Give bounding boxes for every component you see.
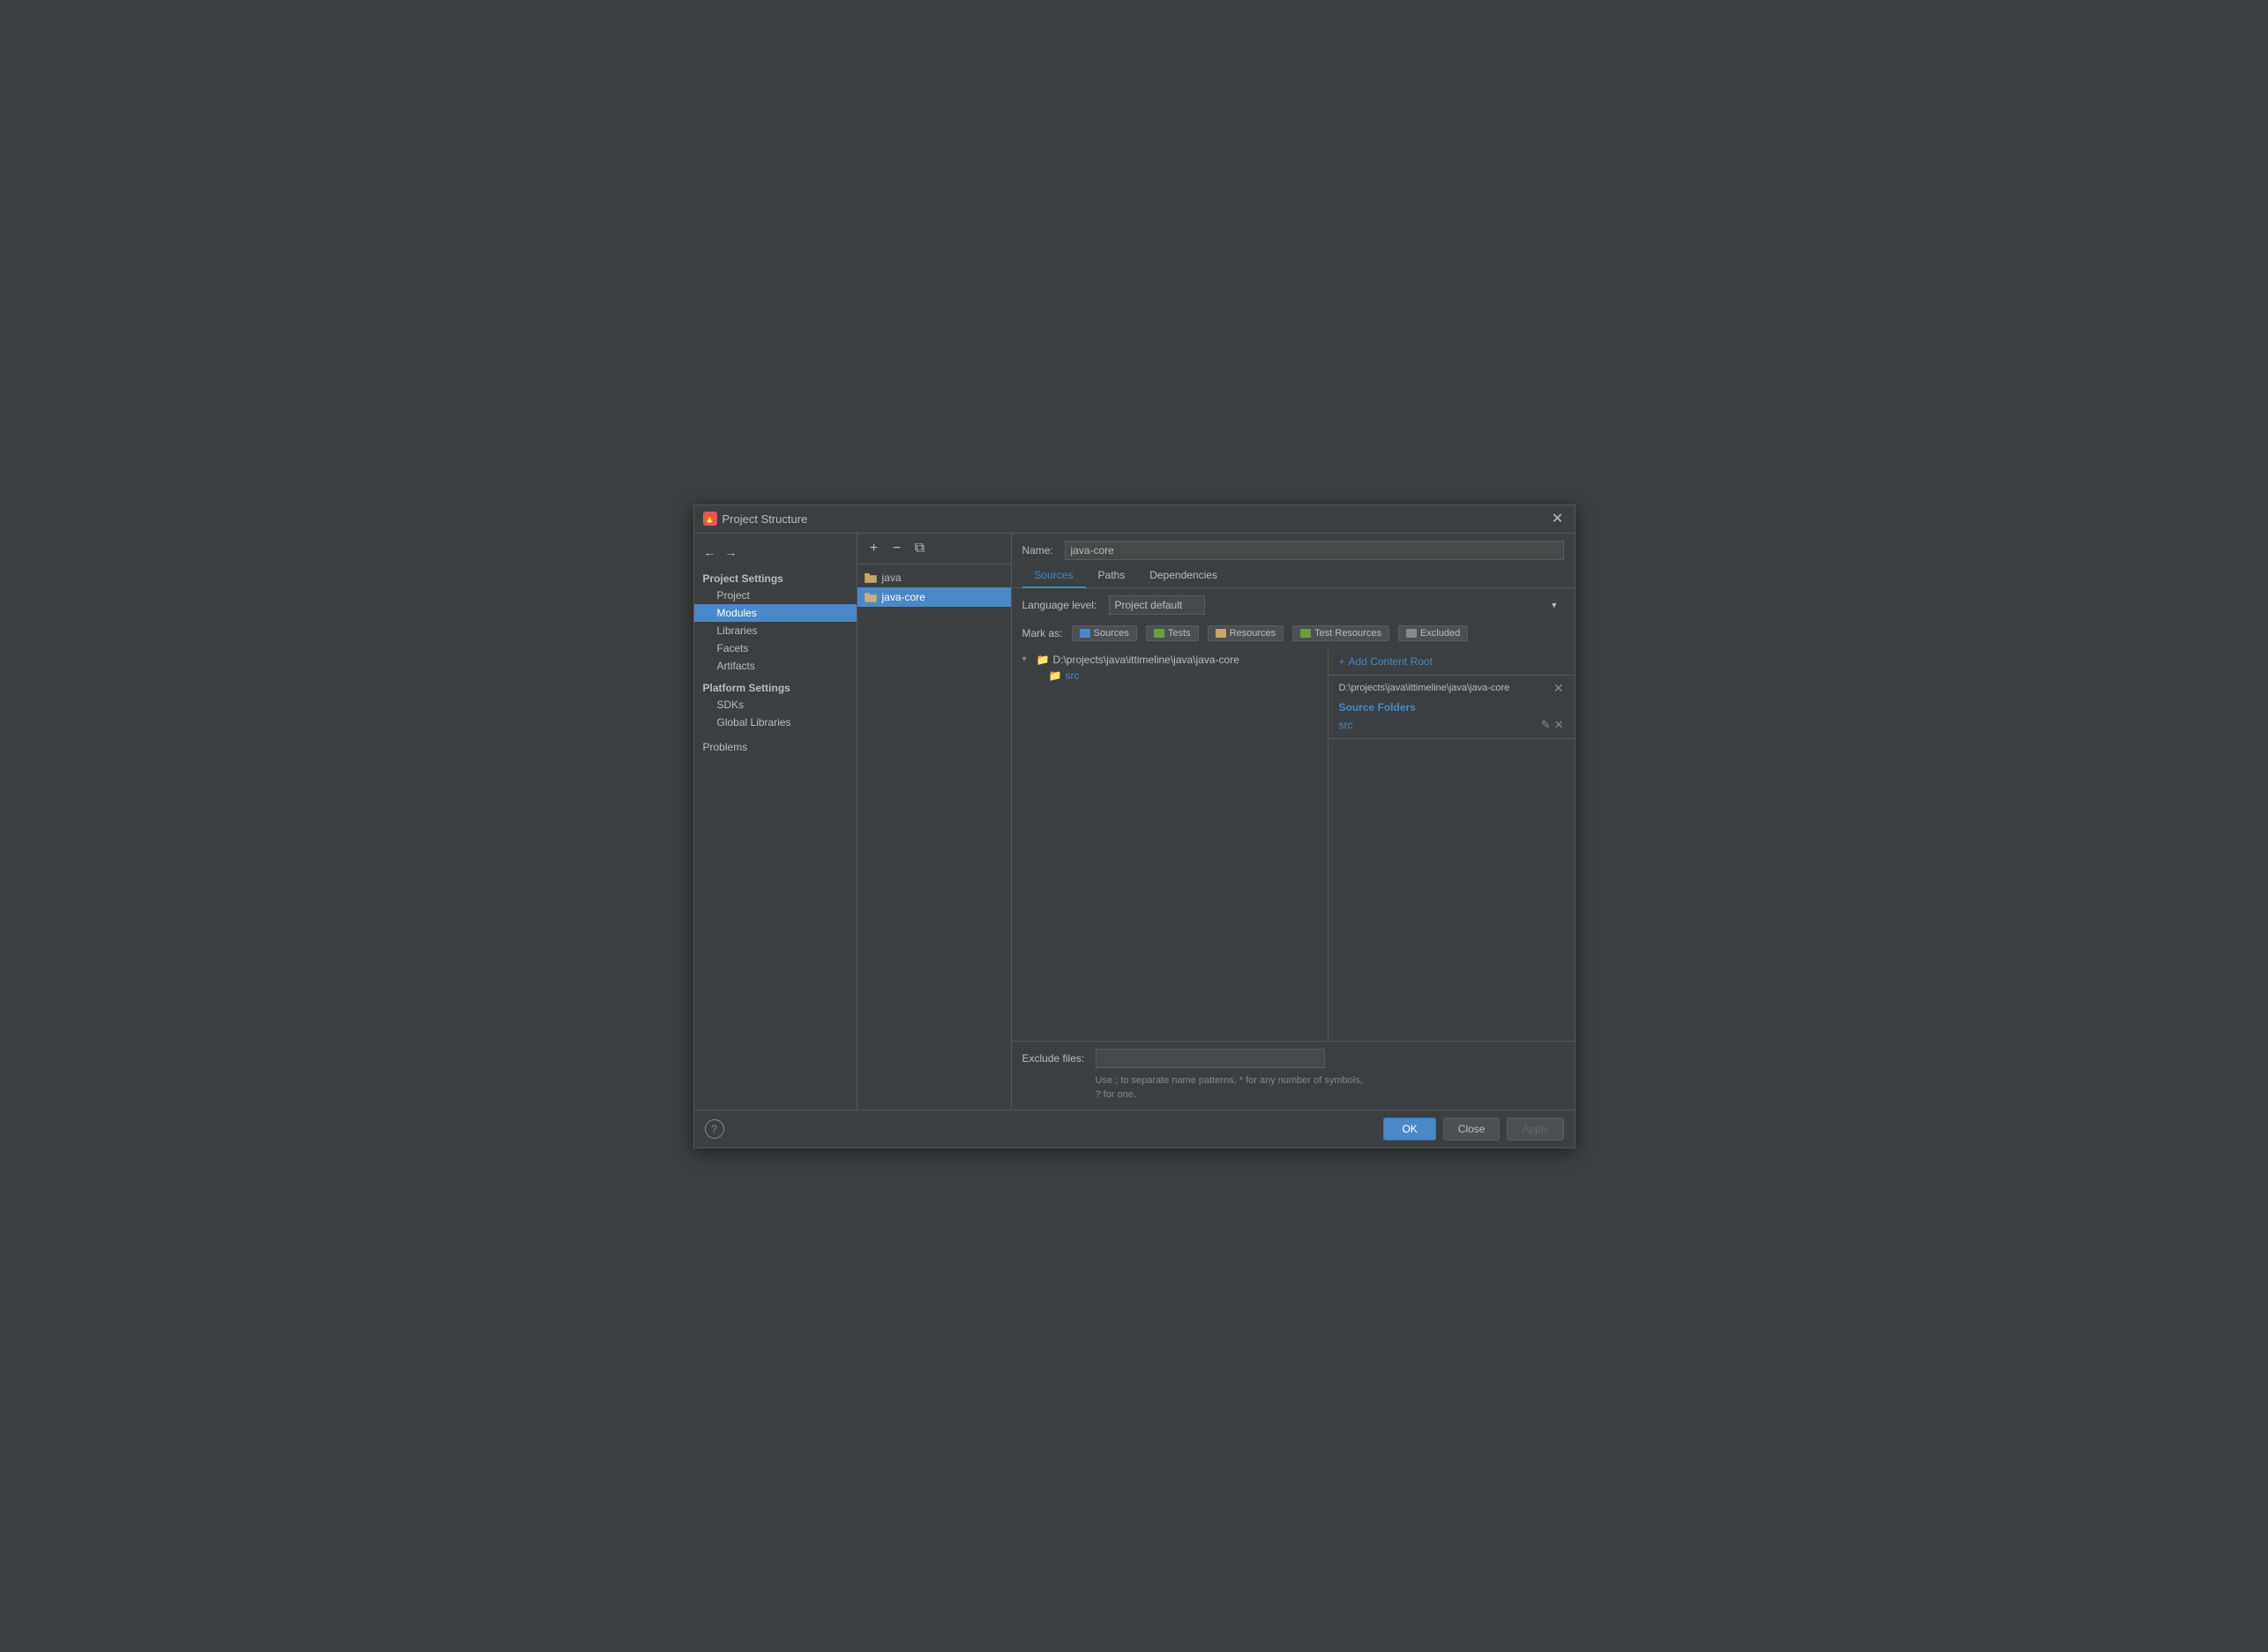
language-level-select[interactable]: Project default (1109, 595, 1205, 615)
content-root-header: D:\projects\java\ittimeline\java\java-co… (1339, 681, 1564, 696)
source-folder-name: src (1339, 719, 1353, 731)
mark-resources-button[interactable]: Resources (1208, 625, 1284, 641)
resources-mark-icon (1216, 629, 1226, 638)
sources-panel: Language level: Project default Mark as:… (1012, 588, 1575, 1110)
apply-button[interactable]: Apply (1507, 1118, 1563, 1140)
exclude-hint: Use ; to separate name patterns, * for a… (1022, 1073, 1564, 1103)
language-level-row: Language level: Project default (1012, 588, 1575, 622)
name-label: Name: (1022, 544, 1058, 557)
sidebar-item-modules[interactable]: Modules (694, 604, 857, 622)
source-folder-actions: ✎ ✕ (1541, 718, 1564, 732)
dialog-close-button[interactable]: ✕ (1550, 511, 1566, 527)
content-root-close-button[interactable]: ✕ (1553, 681, 1564, 696)
language-level-label: Language level: (1022, 599, 1102, 611)
sidebar-item-facets[interactable]: Facets (694, 639, 857, 657)
root-folder-icon: 📁 (1037, 654, 1050, 666)
sources-bottom: Exclude files: Use ; to separate name pa… (1012, 1041, 1575, 1110)
name-row: Name: (1012, 534, 1575, 564)
sidebar-nav: ← → (694, 541, 857, 564)
exclude-row: Exclude files: (1022, 1049, 1564, 1068)
mark-excluded-button[interactable]: Excluded (1398, 625, 1468, 641)
nav-back-button[interactable]: ← (701, 544, 719, 560)
module-list: java java-core (857, 564, 1011, 1110)
edit-source-folder-button[interactable]: ✎ (1541, 718, 1551, 732)
sidebar-item-libraries[interactable]: Libraries (694, 622, 857, 639)
excluded-mark-icon (1406, 629, 1417, 638)
tree-root-item[interactable]: ▾ 📁 D:\projects\java\ittimeline\java\jav… (1012, 652, 1328, 668)
tree-and-detail: ▾ 📁 D:\projects\java\ittimeline\java\jav… (1012, 648, 1575, 1041)
nav-forward-button[interactable]: → (722, 544, 740, 560)
source-folder-row: src ✎ ✕ (1339, 717, 1564, 733)
sidebar-item-global-libraries[interactable]: Global Libraries (694, 714, 857, 731)
main-content: ← → Project Settings Project Modules Lib… (694, 534, 1575, 1110)
tabs-bar: Sources Paths Dependencies (1012, 564, 1575, 588)
app-icon: 🔥 (703, 512, 717, 526)
project-structure-dialog: 🔥 Project Structure ✕ ← → Project Settin… (693, 505, 1576, 1148)
sidebar-item-sdks[interactable]: SDKs (694, 696, 857, 714)
mark-sources-button[interactable]: Sources (1072, 625, 1137, 641)
test-resources-mark-icon (1300, 629, 1311, 638)
language-level-select-wrap: Project default (1109, 595, 1564, 615)
tests-mark-icon (1154, 629, 1164, 638)
dialog-title: Project Structure (722, 512, 808, 526)
content-root-path: D:\projects\java\ittimeline\java\java-co… (1339, 683, 1550, 693)
mark-as-label: Mark as: (1022, 627, 1063, 639)
mark-test-resources-button[interactable]: Test Resources (1292, 625, 1389, 641)
module-icon-selected (865, 591, 877, 603)
add-icon: + (1339, 655, 1345, 668)
sources-mark-icon (1080, 629, 1090, 638)
add-content-root-button[interactable]: + Add Content Root (1329, 648, 1575, 676)
module-icon (865, 572, 877, 584)
remove-module-button[interactable]: − (887, 539, 907, 558)
file-tree: ▾ 📁 D:\projects\java\ittimeline\java\jav… (1012, 648, 1328, 1041)
module-item-java-core[interactable]: java-core (857, 587, 1011, 607)
add-module-button[interactable]: + (865, 539, 884, 558)
tab-sources[interactable]: Sources (1022, 564, 1086, 588)
sidebar-item-artifacts[interactable]: Artifacts (694, 657, 857, 675)
tree-src-item[interactable]: 📁 src (1012, 668, 1328, 684)
name-input[interactable] (1065, 541, 1564, 560)
bottom-actions: OK Close Apply (1383, 1118, 1563, 1140)
module-item-java[interactable]: java (857, 568, 1011, 587)
mark-tests-button[interactable]: Tests (1146, 625, 1199, 641)
module-panel: + − ⧉ java (857, 534, 1012, 1110)
project-settings-label: Project Settings (694, 569, 857, 587)
remove-source-folder-button[interactable]: ✕ (1554, 718, 1564, 732)
module-toolbar: + − ⧉ (857, 534, 1011, 564)
title-bar-left: 🔥 Project Structure (703, 512, 808, 526)
detail-panel: + Add Content Root D:\projects\java\itti… (1328, 648, 1575, 1041)
copy-module-button[interactable]: ⧉ (910, 539, 930, 558)
help-button[interactable]: ? (705, 1119, 724, 1139)
tab-paths[interactable]: Paths (1086, 564, 1138, 588)
mark-as-row: Mark as: Sources Tests Resources (1012, 622, 1575, 648)
tree-chevron-icon: ▾ (1022, 654, 1033, 664)
ok-button[interactable]: OK (1383, 1118, 1435, 1140)
src-folder-icon: 📁 (1049, 669, 1062, 682)
content-area: Name: Sources Paths Dependencies Languag… (1012, 534, 1575, 1110)
source-folders-label: Source Folders (1339, 701, 1564, 714)
close-button[interactable]: Close (1443, 1118, 1501, 1140)
sidebar-item-project[interactable]: Project (694, 587, 857, 604)
exclude-label: Exclude files: (1022, 1052, 1089, 1065)
content-root-section: D:\projects\java\ittimeline\java\java-co… (1329, 676, 1575, 739)
platform-settings-label: Platform Settings (694, 675, 857, 696)
sidebar: ← → Project Settings Project Modules Lib… (694, 534, 857, 1110)
exclude-input[interactable] (1096, 1049, 1325, 1068)
sidebar-item-problems[interactable]: Problems (694, 738, 857, 756)
add-content-root-label: Add Content Root (1349, 655, 1433, 668)
bottom-bar: ? OK Close Apply (694, 1110, 1575, 1147)
tab-dependencies[interactable]: Dependencies (1137, 564, 1230, 588)
title-bar: 🔥 Project Structure ✕ (694, 505, 1575, 534)
